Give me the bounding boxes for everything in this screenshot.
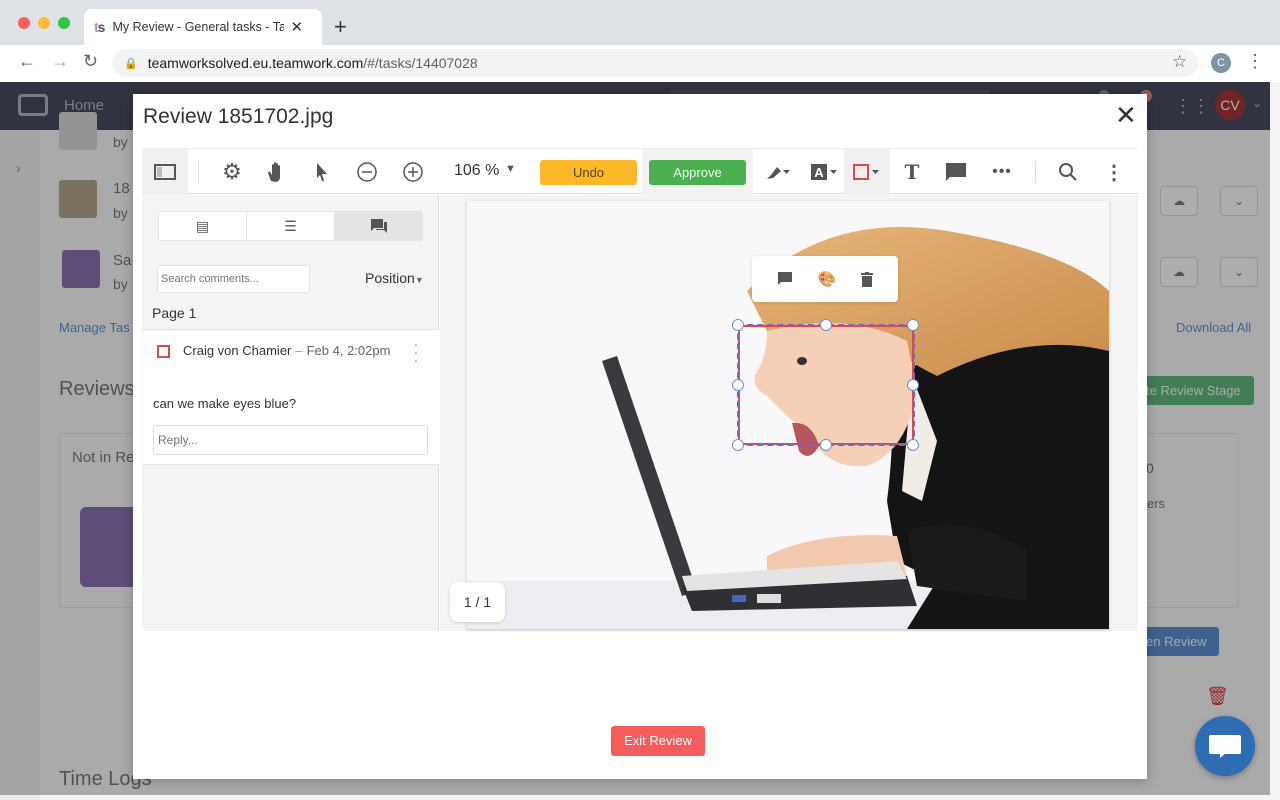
tab-outline[interactable]: ☰ xyxy=(247,212,335,240)
tab-comments[interactable] xyxy=(335,212,422,240)
profile-avatar[interactable]: C xyxy=(1211,53,1231,73)
zoom-out-icon xyxy=(357,162,377,182)
browser-tab[interactable]: ts My Review - General tasks - Tasks ✕ xyxy=(84,9,322,45)
reply-input[interactable] xyxy=(153,425,428,455)
browser-chrome: ts My Review - General tasks - Tasks ✕ +… xyxy=(0,0,1280,82)
comments-icon xyxy=(370,219,387,233)
vertical-ellipsis-icon: ⋮ xyxy=(1104,161,1124,184)
outline-icon: ☰ xyxy=(284,217,297,234)
comment-tool-button[interactable] xyxy=(940,149,972,195)
resize-handle[interactable] xyxy=(907,319,919,331)
text-color-tool-button[interactable]: A xyxy=(804,149,844,195)
window-minimize-button[interactable] xyxy=(38,17,50,29)
rectangle-annotation-icon xyxy=(157,345,170,358)
approve-button[interactable]: Approve xyxy=(649,160,746,185)
browser-menu-icon[interactable]: ⋮ xyxy=(1246,51,1264,72)
review-image[interactable]: 🎨 xyxy=(467,201,1109,629)
url-path: /#/tasks/14407028 xyxy=(363,55,478,71)
resize-handle[interactable] xyxy=(732,379,744,391)
caret-down-icon: ▼ xyxy=(505,163,516,175)
resize-handle[interactable] xyxy=(820,439,832,451)
back-icon[interactable]: ← xyxy=(18,51,36,72)
window-maximize-button[interactable] xyxy=(58,17,70,29)
window-close-button[interactable] xyxy=(18,17,30,29)
undo-button[interactable]: Undo xyxy=(540,160,637,185)
more-tools-button[interactable]: ••• xyxy=(986,149,1018,195)
resize-handle[interactable] xyxy=(732,319,744,331)
comments-sidebar: ▤ ☰ Position▼ Page 1 Craig von Chamier–F… xyxy=(142,195,439,631)
zoom-out-button[interactable] xyxy=(351,149,383,195)
hand-icon xyxy=(268,162,280,182)
favicon-icon: ts xyxy=(94,19,106,35)
page-label: Page 1 xyxy=(152,305,197,321)
rectangle-icon xyxy=(853,164,879,180)
comment-menu-icon[interactable]: · · · xyxy=(413,337,419,368)
lock-icon: 🔒 xyxy=(124,57,138,70)
sidebar-tabs: ▤ ☰ xyxy=(158,211,423,241)
tab-close-icon[interactable]: ✕ xyxy=(290,18,303,36)
toggle-sidebar-button[interactable] xyxy=(142,149,188,195)
gear-icon: ⚙ xyxy=(222,159,242,184)
zoom-value: 106 % xyxy=(454,162,500,179)
svg-text:A: A xyxy=(814,165,824,180)
comment-icon xyxy=(946,163,966,181)
tab-thumbnails[interactable]: ▤ xyxy=(159,212,247,240)
caret-down-icon: ▼ xyxy=(414,275,424,285)
zoom-select[interactable]: 106 % ▼ xyxy=(447,149,527,195)
search-button[interactable] xyxy=(1052,149,1084,195)
thumbnails-icon: ▤ xyxy=(195,217,210,234)
exit-review-button[interactable]: Exit Review xyxy=(611,726,705,756)
browser-toolbar: ← → ↻ 🔒 teamworksolved.eu.teamwork.com/#… xyxy=(0,45,1280,82)
free-text-tool-button[interactable]: T xyxy=(896,149,928,195)
review-modal: Review 1851702.jpg ✕ ⚙ 106 % ▼ Undo Appr… xyxy=(133,94,1147,779)
pointer-icon xyxy=(317,163,327,181)
rectangle-annotation[interactable] xyxy=(737,324,915,446)
text-icon: T xyxy=(904,160,920,184)
bookmark-star-icon[interactable]: ☆ xyxy=(1172,52,1187,72)
chat-button[interactable] xyxy=(1195,716,1255,776)
new-tab-button[interactable]: + xyxy=(334,14,347,40)
reload-icon[interactable]: ↻ xyxy=(83,51,98,72)
options-menu-button[interactable]: ⋮ xyxy=(1098,149,1130,195)
highlighter-tool-button[interactable] xyxy=(758,149,798,195)
resize-handle[interactable] xyxy=(907,439,919,451)
comment-date: Feb 4, 2:02pm xyxy=(306,343,391,358)
pan-tool-button[interactable] xyxy=(260,149,292,195)
sort-label: Position xyxy=(365,270,415,286)
sort-dropdown[interactable]: Position▼ xyxy=(365,270,424,286)
resize-handle[interactable] xyxy=(820,319,832,331)
tab-title: My Review - General tasks - Tasks xyxy=(112,20,285,34)
forward-icon[interactable]: → xyxy=(51,51,69,72)
highlighter-icon xyxy=(767,167,790,179)
search-comments-input[interactable] xyxy=(157,265,310,293)
resize-handle[interactable] xyxy=(907,379,919,391)
comment-text: can we make eyes blue? xyxy=(153,396,297,411)
ellipsis-icon: ••• xyxy=(992,163,1012,180)
chat-icon xyxy=(1209,735,1241,758)
comment-author: Craig von Chamier xyxy=(183,343,292,358)
text-box-icon: A xyxy=(811,164,837,180)
url-host: teamworksolved.eu.teamwork.com xyxy=(147,55,364,71)
trash-icon[interactable] xyxy=(861,271,874,287)
settings-button[interactable]: ⚙ xyxy=(216,149,248,195)
zoom-in-icon xyxy=(403,162,423,182)
palette-icon[interactable]: 🎨 xyxy=(818,270,837,288)
address-bar[interactable]: 🔒 teamworksolved.eu.teamwork.com/#/tasks… xyxy=(112,49,1198,77)
review-toolbar: ⚙ 106 % ▼ Undo Approve A T ••• ⋮ xyxy=(142,148,1138,195)
modal-title: Review 1851702.jpg xyxy=(143,105,334,128)
select-tool-button[interactable] xyxy=(306,149,338,195)
rectangle-tool-button[interactable] xyxy=(844,149,890,195)
document-canvas[interactable]: 🎨 1 / 1 xyxy=(440,195,1138,631)
page-indicator: 1 / 1 xyxy=(450,582,505,622)
annotation-toolbar: 🎨 xyxy=(752,256,898,302)
comment-icon[interactable] xyxy=(777,271,793,287)
comment-header: Craig von Chamier – Feb 4, 2:02pm xyxy=(183,343,390,358)
zoom-in-button[interactable] xyxy=(397,149,429,195)
comment-separator: – xyxy=(295,343,303,358)
close-icon[interactable]: ✕ xyxy=(1115,102,1137,128)
sidebar-icon xyxy=(154,164,176,180)
comment-card[interactable]: Craig von Chamier – Feb 4, 2:02pm · · · can … xyxy=(143,329,439,465)
resize-handle[interactable] xyxy=(732,439,744,451)
search-icon xyxy=(1059,163,1077,181)
